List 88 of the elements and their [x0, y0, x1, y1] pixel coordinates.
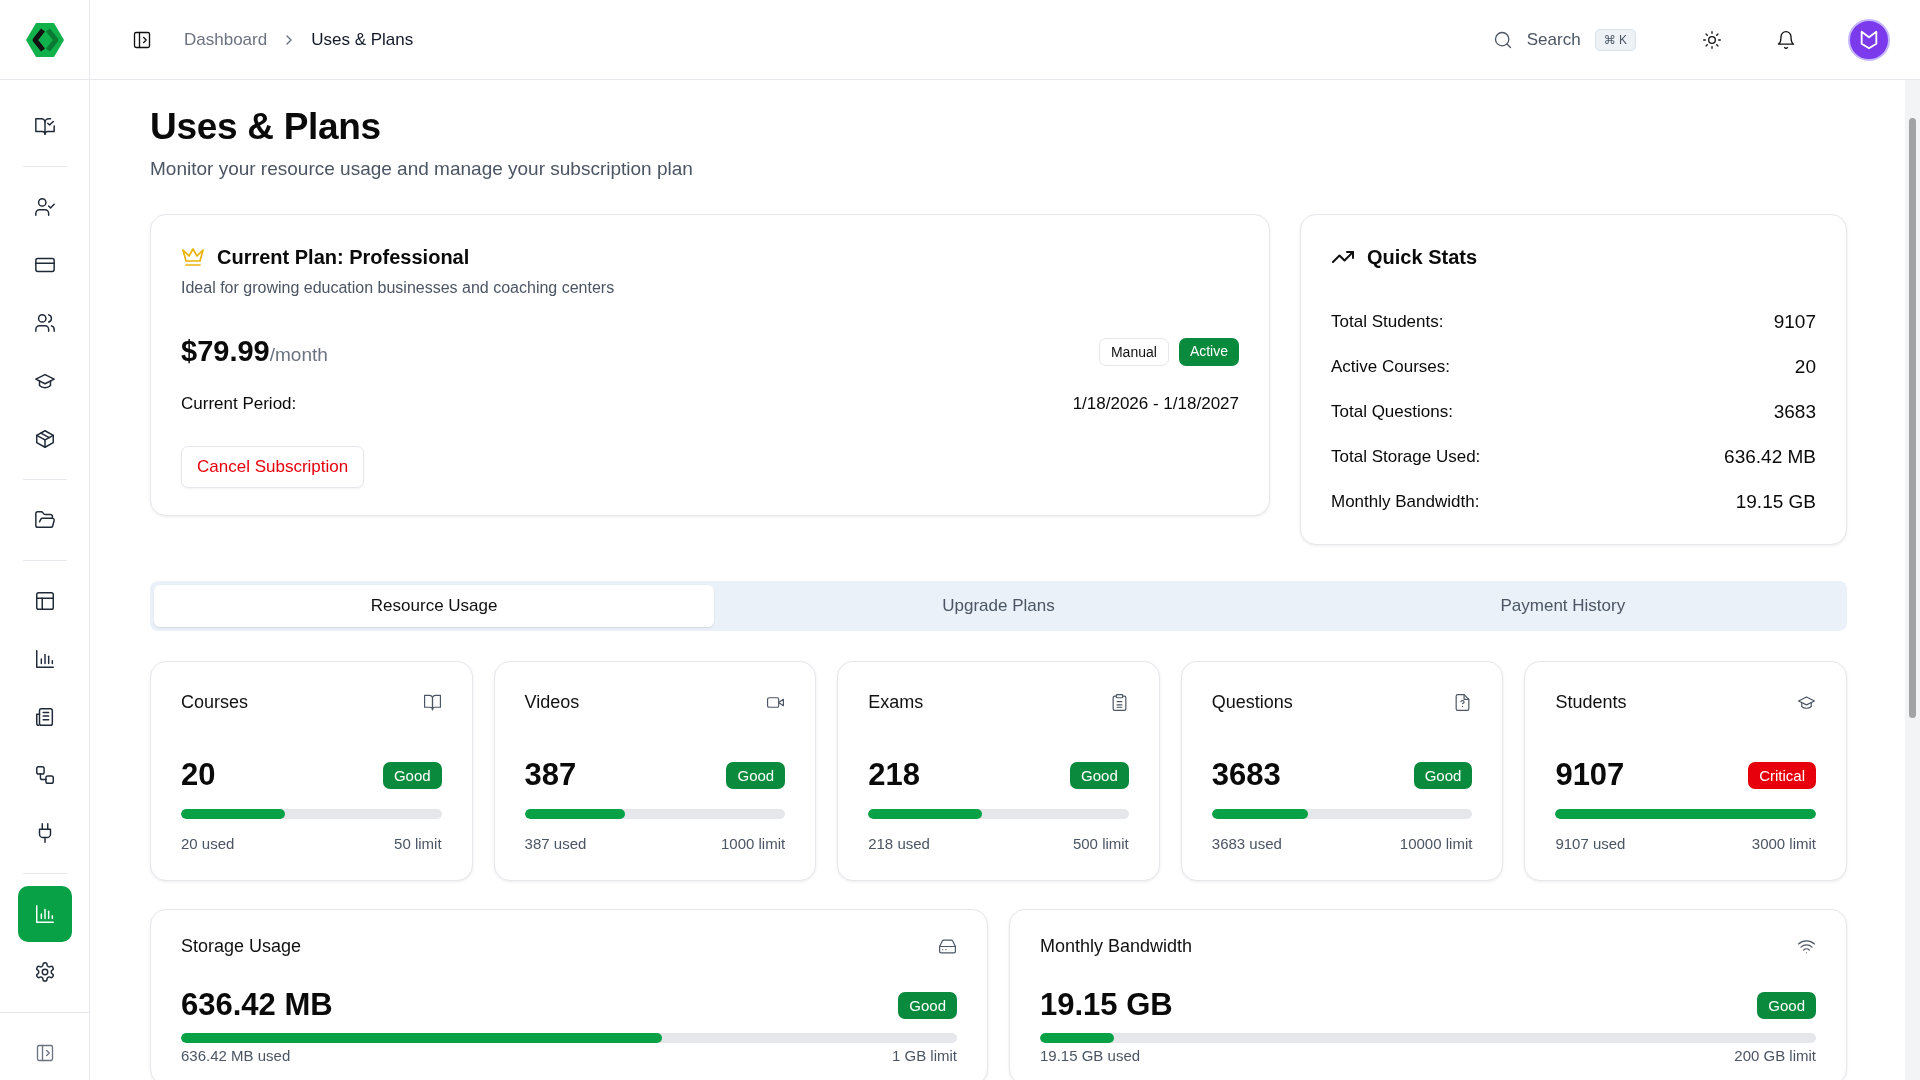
sun-icon	[1702, 29, 1722, 50]
user-check-icon	[33, 196, 56, 218]
tab[interactable]: Upgrade Plans	[718, 585, 1279, 627]
limit-count: 1000 limit	[721, 835, 786, 852]
used-count: 636.42 MB used	[181, 1047, 291, 1064]
plan-badge: Active	[1178, 337, 1239, 366]
wifi-icon	[1797, 937, 1816, 956]
used-count: 387 used	[524, 835, 587, 852]
settings-icon	[33, 961, 56, 983]
stat-value: 19.15 GB	[1735, 490, 1816, 513]
panel-icon	[34, 1043, 55, 1063]
panel-icon	[132, 29, 152, 50]
bar-chart-icon	[33, 903, 56, 925]
limit-count: 200 GB limit	[1734, 1047, 1816, 1064]
tab[interactable]: Payment History	[1282, 585, 1843, 627]
stat-label: Monthly Bandwidth:	[1331, 491, 1480, 512]
status-badge: Good	[898, 991, 957, 1019]
card-title: Storage Usage	[181, 936, 302, 957]
sidebar-toggle-button[interactable]	[34, 1043, 55, 1063]
card-title: Quick Stats	[1367, 245, 1478, 269]
stat-label: Total Questions:	[1331, 401, 1453, 422]
plan-title: Current Plan: Professional	[217, 245, 470, 269]
period-label: Current Period:	[181, 394, 297, 414]
stat-value: 636.42 MB	[1724, 445, 1816, 468]
graduation-cap-icon	[1797, 693, 1816, 712]
status-badge: Critical	[1748, 761, 1816, 789]
status-badge: Good	[1070, 761, 1129, 789]
card-title: Videos	[524, 692, 580, 713]
period-value: 1/18/2026 - 1/18/2027	[1072, 394, 1239, 414]
used-count: 9107 used	[1555, 835, 1626, 852]
limit-count: 500 limit	[1072, 835, 1129, 852]
limit-count: 3000 limit	[1751, 835, 1816, 852]
usage-value: 20	[181, 757, 216, 793]
users-icon	[33, 312, 56, 334]
book-check-icon	[33, 115, 56, 137]
stat-value: 20	[1794, 355, 1816, 378]
book-icon	[422, 693, 442, 712]
shortcut-hint: ⌘ K	[1594, 28, 1636, 51]
limit-count: 10000 limit	[1399, 835, 1473, 852]
status-badge: Good	[726, 761, 786, 789]
tab[interactable]: Resource Usage	[154, 585, 715, 627]
usage-value: 218	[868, 757, 920, 793]
status-badge: Good	[1757, 991, 1816, 1019]
plan-price: $79.99/month	[181, 335, 328, 368]
usage-value: 9107	[1555, 757, 1625, 793]
sidebar-toggle-button[interactable]	[132, 29, 152, 50]
workflow-icon	[33, 764, 56, 786]
used-count: 218 used	[868, 835, 930, 852]
usage-value: 19.15 GB	[1040, 987, 1173, 1023]
breadcrumb-link[interactable]: Uses & Plans	[311, 29, 414, 50]
user-avatar[interactable]	[1848, 18, 1890, 61]
card-title: Exams	[868, 692, 924, 713]
package-icon	[33, 428, 56, 450]
hard-drive-icon	[938, 937, 957, 956]
plan-badge: Manual	[1098, 337, 1169, 366]
crown-icon	[181, 245, 205, 269]
cancel-subscription-button[interactable]: Cancel Subscription	[181, 446, 365, 488]
logo-icon	[24, 21, 65, 58]
usage-value: 636.42 MB	[181, 987, 333, 1023]
limit-count: 50 limit	[394, 835, 442, 852]
stat-label: Active Courses:	[1331, 356, 1451, 377]
bell-icon	[1776, 29, 1796, 50]
folder-icon	[33, 509, 56, 531]
breadcrumb-link[interactable]: Dashboard	[184, 29, 268, 50]
usage-value: 3683	[1211, 757, 1281, 793]
stat-value: 9107	[1773, 310, 1816, 333]
search-button[interactable]: Search ⌘ K	[1492, 28, 1636, 51]
card-title: Courses	[181, 692, 249, 713]
bar-chart-icon	[33, 648, 56, 670]
card-title: Monthly Bandwidth	[1040, 936, 1193, 957]
search-icon	[1492, 29, 1513, 50]
page-title: Uses & Plans	[150, 106, 382, 148]
status-badge: Good	[382, 761, 442, 789]
stat-label: Total Storage Used:	[1331, 446, 1481, 467]
newspaper-icon	[33, 706, 56, 728]
page-subtitle: Monitor your resource usage and manage your subscription plan	[150, 158, 694, 180]
stat-label: Total Students:	[1331, 311, 1444, 332]
limit-count: 1 GB limit	[892, 1047, 957, 1064]
usage-value: 387	[524, 757, 577, 793]
card-title: Students	[1555, 692, 1627, 713]
plan-description: Ideal for growing education businesses and coaching centers	[181, 279, 616, 297]
used-count: 20 used	[181, 835, 235, 852]
used-count: 3683 used	[1211, 835, 1282, 852]
status-badge: Good	[1413, 761, 1473, 789]
card-title: Questions	[1211, 692, 1293, 713]
used-count: 19.15 GB used	[1040, 1047, 1141, 1064]
layout-icon	[33, 590, 56, 612]
stat-value: 3683	[1773, 400, 1816, 423]
